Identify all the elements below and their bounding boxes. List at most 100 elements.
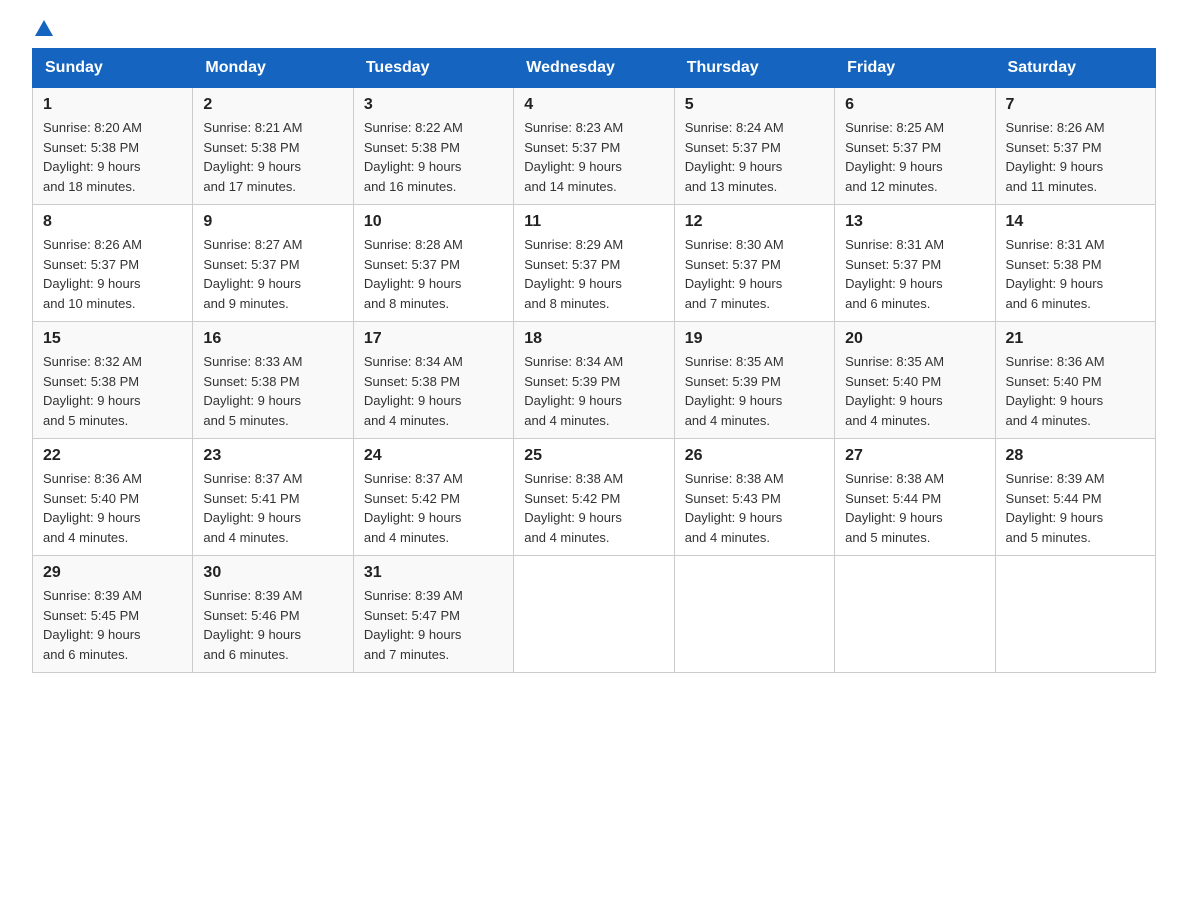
day-number: 27 xyxy=(845,447,984,465)
day-info: Sunrise: 8:30 AMSunset: 5:37 PMDaylight:… xyxy=(685,235,824,313)
day-number: 4 xyxy=(524,96,663,114)
day-number: 30 xyxy=(203,564,342,582)
logo xyxy=(32,28,53,36)
day-number: 21 xyxy=(1006,330,1145,348)
day-number: 17 xyxy=(364,330,503,348)
day-info: Sunrise: 8:34 AMSunset: 5:39 PMDaylight:… xyxy=(524,352,663,430)
day-info: Sunrise: 8:21 AMSunset: 5:38 PMDaylight:… xyxy=(203,118,342,196)
column-header-sunday: Sunday xyxy=(33,49,193,88)
day-number: 12 xyxy=(685,213,824,231)
calendar-cell: 1 Sunrise: 8:20 AMSunset: 5:38 PMDaylight… xyxy=(33,88,193,205)
calendar-cell: 20 Sunrise: 8:35 AMSunset: 5:40 PMDayligh… xyxy=(835,322,995,439)
day-number: 5 xyxy=(685,96,824,114)
day-info: Sunrise: 8:39 AMSunset: 5:46 PMDaylight:… xyxy=(203,586,342,664)
day-info: Sunrise: 8:26 AMSunset: 5:37 PMDaylight:… xyxy=(43,235,182,313)
day-info: Sunrise: 8:38 AMSunset: 5:43 PMDaylight:… xyxy=(685,469,824,547)
day-info: Sunrise: 8:38 AMSunset: 5:42 PMDaylight:… xyxy=(524,469,663,547)
calendar-cell: 28Sunrise: 8:39 AMSunset: 5:44 PMDayligh… xyxy=(995,439,1155,556)
day-number: 6 xyxy=(845,96,984,114)
day-info: Sunrise: 8:38 AMSunset: 5:44 PMDaylight:… xyxy=(845,469,984,547)
calendar-cell: 7 Sunrise: 8:26 AMSunset: 5:37 PMDaylight… xyxy=(995,88,1155,205)
calendar-cell: 15 Sunrise: 8:32 AMSunset: 5:38 PMDayligh… xyxy=(33,322,193,439)
day-number: 31 xyxy=(364,564,503,582)
day-info: Sunrise: 8:35 AMSunset: 5:39 PMDaylight:… xyxy=(685,352,824,430)
calendar-week-row: 1 Sunrise: 8:20 AMSunset: 5:38 PMDaylight… xyxy=(33,88,1156,205)
calendar-cell xyxy=(514,556,674,673)
calendar-cell: 25Sunrise: 8:38 AMSunset: 5:42 PMDayligh… xyxy=(514,439,674,556)
day-number: 29 xyxy=(43,564,182,582)
day-number: 1 xyxy=(43,96,182,114)
day-number: 3 xyxy=(364,96,503,114)
calendar-week-row: 8 Sunrise: 8:26 AMSunset: 5:37 PMDaylight… xyxy=(33,205,1156,322)
day-number: 11 xyxy=(524,213,663,231)
calendar-cell: 27 Sunrise: 8:38 AMSunset: 5:44 PMDayligh… xyxy=(835,439,995,556)
day-number: 15 xyxy=(43,330,182,348)
column-header-saturday: Saturday xyxy=(995,49,1155,88)
column-header-thursday: Thursday xyxy=(674,49,834,88)
calendar-week-row: 15 Sunrise: 8:32 AMSunset: 5:38 PMDayligh… xyxy=(33,322,1156,439)
day-info: Sunrise: 8:34 AMSunset: 5:38 PMDaylight:… xyxy=(364,352,503,430)
calendar-cell: 18 Sunrise: 8:34 AMSunset: 5:39 PMDayligh… xyxy=(514,322,674,439)
day-info: Sunrise: 8:35 AMSunset: 5:40 PMDaylight:… xyxy=(845,352,984,430)
calendar-cell: 30 Sunrise: 8:39 AMSunset: 5:46 PMDayligh… xyxy=(193,556,353,673)
day-number: 18 xyxy=(524,330,663,348)
calendar-cell xyxy=(835,556,995,673)
calendar-cell: 21 Sunrise: 8:36 AMSunset: 5:40 PMDayligh… xyxy=(995,322,1155,439)
day-info: Sunrise: 8:32 AMSunset: 5:38 PMDaylight:… xyxy=(43,352,182,430)
calendar-cell: 3 Sunrise: 8:22 AMSunset: 5:38 PMDaylight… xyxy=(353,88,513,205)
day-info: Sunrise: 8:25 AMSunset: 5:37 PMDaylight:… xyxy=(845,118,984,196)
column-header-tuesday: Tuesday xyxy=(353,49,513,88)
calendar-cell: 6 Sunrise: 8:25 AMSunset: 5:37 PMDaylight… xyxy=(835,88,995,205)
calendar-cell: 24 Sunrise: 8:37 AMSunset: 5:42 PMDayligh… xyxy=(353,439,513,556)
day-info: Sunrise: 8:28 AMSunset: 5:37 PMDaylight:… xyxy=(364,235,503,313)
day-number: 22 xyxy=(43,447,182,465)
calendar-header-row: SundayMondayTuesdayWednesdayThursdayFrid… xyxy=(33,49,1156,88)
calendar-cell: 14 Sunrise: 8:31 AMSunset: 5:38 PMDayligh… xyxy=(995,205,1155,322)
calendar-cell: 23Sunrise: 8:37 AMSunset: 5:41 PMDayligh… xyxy=(193,439,353,556)
day-number: 10 xyxy=(364,213,503,231)
page-header xyxy=(32,24,1156,36)
calendar-cell: 4 Sunrise: 8:23 AMSunset: 5:37 PMDaylight… xyxy=(514,88,674,205)
day-info: Sunrise: 8:27 AMSunset: 5:37 PMDaylight:… xyxy=(203,235,342,313)
day-number: 7 xyxy=(1006,96,1145,114)
day-info: Sunrise: 8:36 AMSunset: 5:40 PMDaylight:… xyxy=(43,469,182,547)
day-info: Sunrise: 8:39 AMSunset: 5:45 PMDaylight:… xyxy=(43,586,182,664)
calendar-cell: 17 Sunrise: 8:34 AMSunset: 5:38 PMDayligh… xyxy=(353,322,513,439)
day-info: Sunrise: 8:22 AMSunset: 5:38 PMDaylight:… xyxy=(364,118,503,196)
day-info: Sunrise: 8:37 AMSunset: 5:42 PMDaylight:… xyxy=(364,469,503,547)
day-info: Sunrise: 8:24 AMSunset: 5:37 PMDaylight:… xyxy=(685,118,824,196)
day-info: Sunrise: 8:36 AMSunset: 5:40 PMDaylight:… xyxy=(1006,352,1145,430)
day-info: Sunrise: 8:26 AMSunset: 5:37 PMDaylight:… xyxy=(1006,118,1145,196)
column-header-friday: Friday xyxy=(835,49,995,88)
calendar-cell: 10 Sunrise: 8:28 AMSunset: 5:37 PMDayligh… xyxy=(353,205,513,322)
calendar-week-row: 29 Sunrise: 8:39 AMSunset: 5:45 PMDayligh… xyxy=(33,556,1156,673)
column-header-wednesday: Wednesday xyxy=(514,49,674,88)
calendar-cell: 5 Sunrise: 8:24 AMSunset: 5:37 PMDaylight… xyxy=(674,88,834,205)
day-number: 8 xyxy=(43,213,182,231)
calendar-cell xyxy=(995,556,1155,673)
day-number: 16 xyxy=(203,330,342,348)
calendar-cell: 9Sunrise: 8:27 AMSunset: 5:37 PMDaylight… xyxy=(193,205,353,322)
calendar-cell: 8 Sunrise: 8:26 AMSunset: 5:37 PMDaylight… xyxy=(33,205,193,322)
calendar-cell: 19 Sunrise: 8:35 AMSunset: 5:39 PMDayligh… xyxy=(674,322,834,439)
day-info: Sunrise: 8:39 AMSunset: 5:47 PMDaylight:… xyxy=(364,586,503,664)
calendar-cell xyxy=(674,556,834,673)
day-info: Sunrise: 8:31 AMSunset: 5:37 PMDaylight:… xyxy=(845,235,984,313)
day-number: 20 xyxy=(845,330,984,348)
day-number: 26 xyxy=(685,447,824,465)
day-number: 13 xyxy=(845,213,984,231)
day-number: 14 xyxy=(1006,213,1145,231)
day-number: 24 xyxy=(364,447,503,465)
column-header-monday: Monday xyxy=(193,49,353,88)
calendar-cell: 13 Sunrise: 8:31 AMSunset: 5:37 PMDayligh… xyxy=(835,205,995,322)
day-number: 19 xyxy=(685,330,824,348)
day-number: 2 xyxy=(203,96,342,114)
day-info: Sunrise: 8:23 AMSunset: 5:37 PMDaylight:… xyxy=(524,118,663,196)
calendar-cell: 29 Sunrise: 8:39 AMSunset: 5:45 PMDayligh… xyxy=(33,556,193,673)
calendar-cell: 22 Sunrise: 8:36 AMSunset: 5:40 PMDayligh… xyxy=(33,439,193,556)
calendar-cell: 26 Sunrise: 8:38 AMSunset: 5:43 PMDayligh… xyxy=(674,439,834,556)
day-info: Sunrise: 8:31 AMSunset: 5:38 PMDaylight:… xyxy=(1006,235,1145,313)
day-info: Sunrise: 8:20 AMSunset: 5:38 PMDaylight:… xyxy=(43,118,182,196)
calendar-cell: 11 Sunrise: 8:29 AMSunset: 5:37 PMDayligh… xyxy=(514,205,674,322)
day-info: Sunrise: 8:29 AMSunset: 5:37 PMDaylight:… xyxy=(524,235,663,313)
